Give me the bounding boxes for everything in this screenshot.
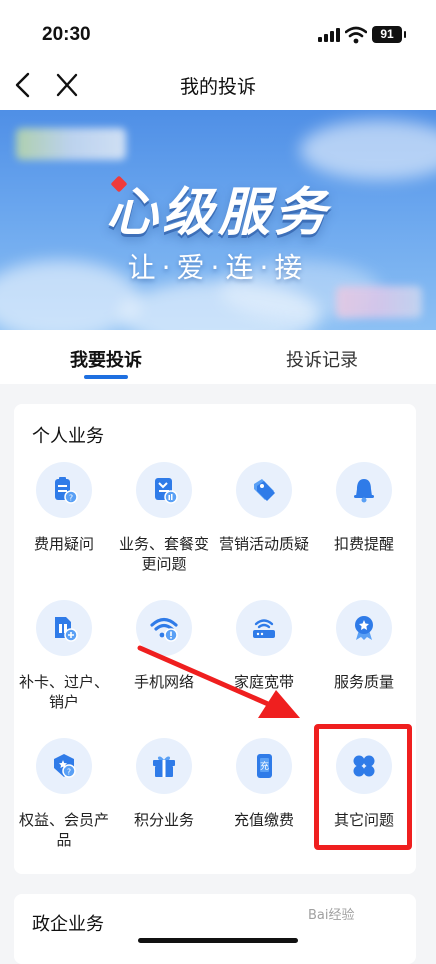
- icon-circle: [236, 600, 292, 656]
- category-charge-reminder[interactable]: 扣费提醒: [314, 462, 414, 582]
- icon-circle: [36, 600, 92, 656]
- sim-card-icon: [55, 617, 78, 642]
- tab-complaint-records[interactable]: 投诉记录: [286, 346, 358, 372]
- category-home-broadband[interactable]: 家庭宽带: [214, 600, 314, 720]
- svg-text:充: 充: [260, 760, 269, 772]
- category-sim-transfer[interactable]: 补卡、过户、销户: [14, 600, 114, 720]
- promo-banner[interactable]: 心级服务 让·爱·连·接: [0, 110, 436, 330]
- category-recharge[interactable]: 充 充值缴费: [214, 738, 314, 858]
- home-indicator: [138, 938, 298, 943]
- category-label: 权益、会员产品: [18, 811, 109, 849]
- category-label: 家庭宽带: [233, 673, 294, 691]
- category-points[interactable]: 积分业务: [114, 738, 214, 858]
- battery-icon: 91: [372, 26, 406, 43]
- member-shield-icon: ?: [54, 754, 76, 778]
- nav-bar: 我的投诉: [0, 60, 436, 110]
- blurred-logo: [336, 286, 422, 318]
- category-marketing-activity[interactable]: 营销活动质疑: [214, 462, 314, 582]
- category-label: 服务质量: [333, 673, 394, 691]
- svg-text:?: ?: [67, 768, 71, 777]
- icon-circle: [336, 600, 392, 656]
- package-change-icon: [155, 478, 178, 504]
- category-label: 扣费提醒: [333, 535, 394, 553]
- gift-icon: [153, 756, 175, 777]
- category-membership[interactable]: ? 权益、会员产品: [14, 738, 114, 858]
- icon-circle: [136, 462, 192, 518]
- enterprise-business-card: 政企业务: [14, 894, 416, 964]
- award-icon: [355, 616, 373, 640]
- wifi-alert-icon: [150, 617, 178, 642]
- tab-submit-complaint[interactable]: 我要投诉: [70, 346, 142, 372]
- category-mobile-network[interactable]: 手机网络: [114, 600, 214, 720]
- icon-circle: [236, 462, 292, 518]
- banner-subline: 让·爱·连·接: [127, 251, 309, 284]
- section-title: 政企业务: [32, 914, 104, 935]
- watermark: Bai经验: [308, 908, 355, 923]
- status-time: 20:30: [42, 24, 91, 45]
- section-title: 个人业务: [32, 426, 104, 447]
- category-label: 费用疑问: [33, 535, 94, 553]
- category-label: 充值缴费: [233, 811, 294, 829]
- recharge-phone-icon: 充: [257, 754, 272, 778]
- icon-circle: [136, 600, 192, 656]
- highlight-box: [314, 724, 412, 850]
- wifi-icon: [345, 26, 367, 44]
- category-label: 补卡、过户、销户: [18, 673, 109, 711]
- icon-circle: 充: [236, 738, 292, 794]
- icon-circle: ?: [36, 738, 92, 794]
- page-title: 我的投诉: [179, 76, 256, 98]
- icon-circle: [136, 738, 192, 794]
- icon-circle: [336, 462, 392, 518]
- tab-bar: 我要投诉 投诉记录: [0, 330, 436, 384]
- category-service-quality[interactable]: 服务质量: [314, 600, 414, 720]
- category-label: 营销活动质疑: [218, 535, 309, 553]
- category-billing-question[interactable]: ? 费用疑问: [14, 462, 114, 582]
- status-bar: 20:30 91: [0, 0, 436, 60]
- icon-circle: ?: [36, 462, 92, 518]
- bell-icon: [354, 479, 374, 503]
- category-label: 手机网络: [133, 673, 194, 691]
- banner-headline: 心级服务: [105, 183, 330, 243]
- bill-question-icon: ?: [55, 477, 78, 504]
- svg-text:?: ?: [69, 494, 73, 503]
- router-icon: [253, 619, 275, 638]
- category-label: 积分业务: [133, 811, 194, 829]
- tag-icon: [254, 479, 275, 501]
- blurred-logo: [16, 128, 126, 160]
- active-tab-indicator: [84, 375, 128, 379]
- category-package-change[interactable]: 业务、套餐变更问题: [114, 462, 214, 582]
- category-label: 业务、套餐变更问题: [118, 535, 209, 573]
- signal-icon: [318, 28, 340, 42]
